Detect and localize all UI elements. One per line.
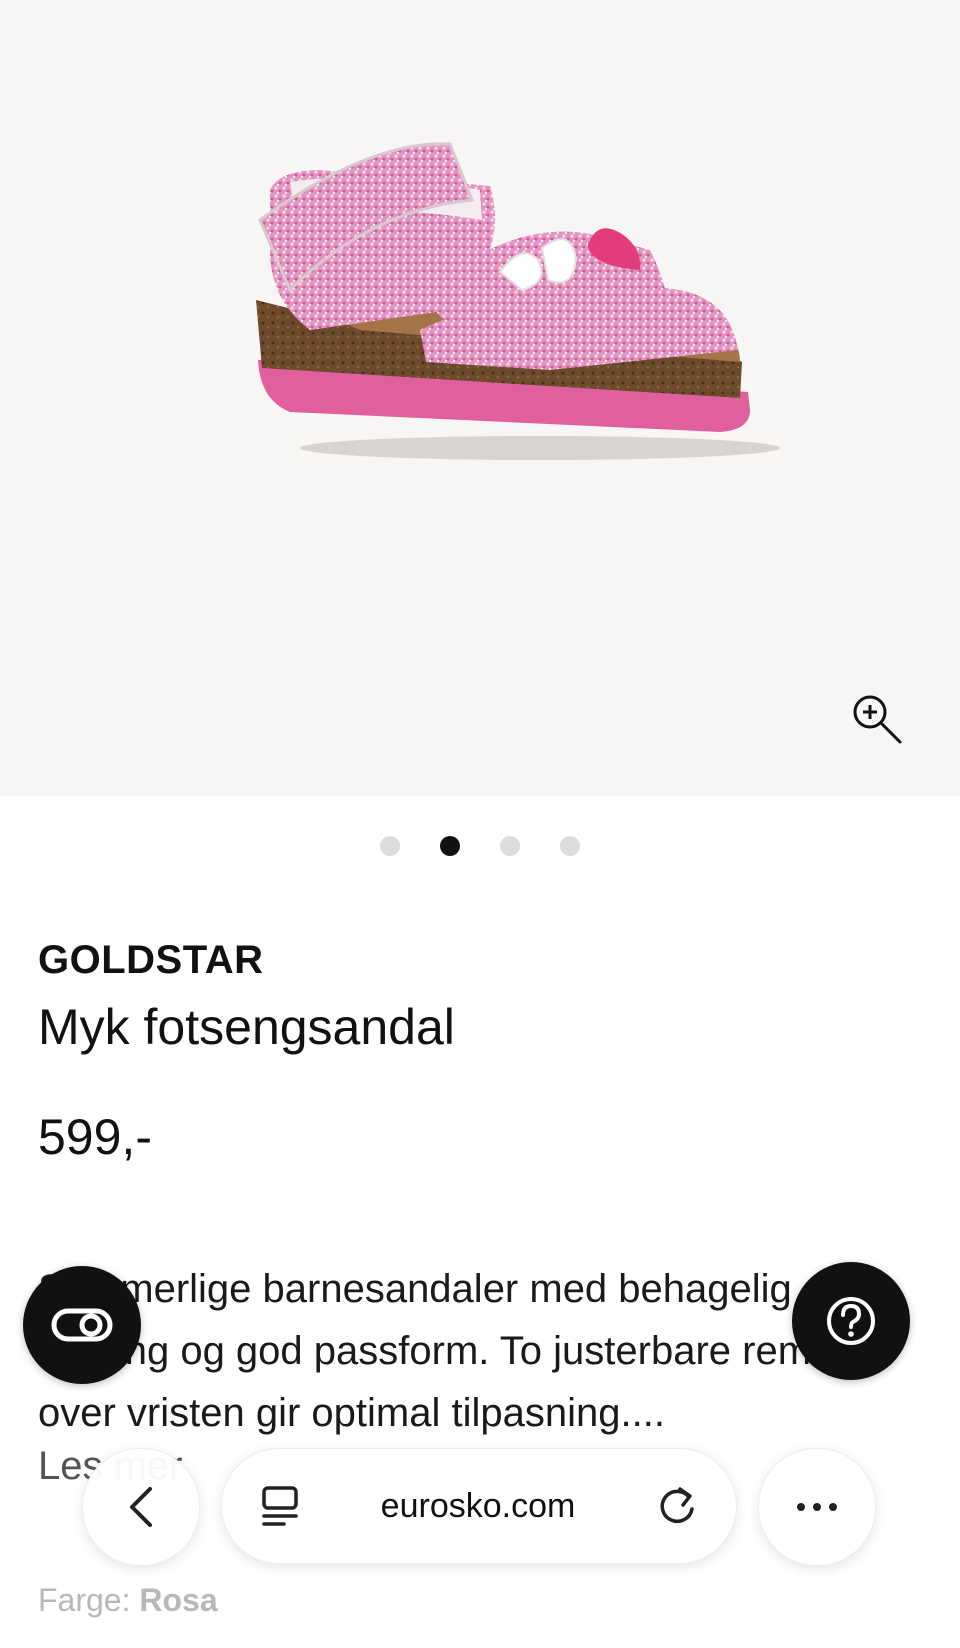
reader-icon bbox=[262, 1486, 298, 1526]
reload-icon bbox=[660, 1487, 694, 1524]
browser-toolbar: eurosko.com bbox=[0, 1448, 960, 1568]
back-button[interactable] bbox=[82, 1448, 200, 1566]
zoom-button[interactable] bbox=[846, 688, 906, 748]
help-icon bbox=[827, 1297, 875, 1345]
carousel-dot-active[interactable] bbox=[440, 836, 460, 856]
chevron-left-icon bbox=[130, 1487, 152, 1527]
color-info: Farge: Rosa bbox=[38, 1582, 218, 1619]
product-image bbox=[256, 142, 780, 460]
carousel-dot[interactable] bbox=[560, 836, 580, 856]
reload-button[interactable] bbox=[656, 1485, 698, 1527]
product-description: Sommerlige barnesandaler med behagelig f… bbox=[38, 1267, 880, 1435]
product-title: Myk fotsengsandal bbox=[38, 999, 455, 1055]
product-gallery[interactable] bbox=[0, 0, 960, 796]
color-label: Farge: bbox=[38, 1582, 131, 1618]
accessibility-toggle-button[interactable] bbox=[23, 1266, 141, 1384]
carousel-dot[interactable] bbox=[500, 836, 520, 856]
reader-mode-button[interactable] bbox=[260, 1484, 300, 1528]
address-bar[interactable]: eurosko.com bbox=[221, 1448, 737, 1564]
product-price: 599,- bbox=[38, 1109, 152, 1165]
more-options-button[interactable] bbox=[758, 1448, 876, 1566]
color-value: Rosa bbox=[139, 1582, 218, 1618]
url-text[interactable]: eurosko.com bbox=[381, 1487, 576, 1526]
zoom-in-icon bbox=[853, 695, 902, 744]
product-page: GOLDSTAR Myk fotsengsandal 599,- Sommerl… bbox=[0, 0, 960, 1648]
carousel-dot[interactable] bbox=[380, 836, 400, 856]
help-button[interactable] bbox=[792, 1262, 910, 1380]
toggle-icon bbox=[51, 1308, 113, 1342]
carousel-dots bbox=[0, 836, 960, 856]
more-horizontal-icon bbox=[797, 1503, 837, 1511]
brand-name[interactable]: GOLDSTAR bbox=[38, 938, 263, 983]
